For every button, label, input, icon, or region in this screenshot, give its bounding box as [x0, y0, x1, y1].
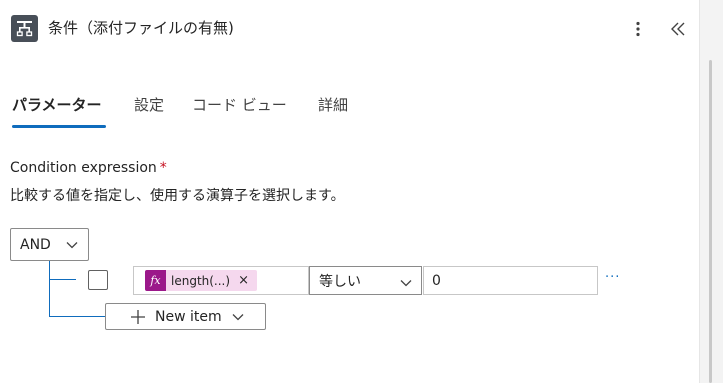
condition-expression-label: Condition expression * [10, 160, 167, 176]
tab-settings[interactable]: 設定 [134, 94, 164, 115]
tree-connector-vertical [49, 261, 50, 316]
row-more-options-button[interactable]: ··· [605, 270, 620, 285]
condition-icon [11, 15, 38, 42]
condition-expression-label-text: Condition expression [10, 160, 157, 176]
group-operator-value: AND [20, 236, 51, 253]
right-operand-input[interactable]: 0 [423, 266, 598, 295]
chevron-down-icon [400, 280, 412, 287]
double-chevron-left-icon [671, 22, 685, 36]
more-vertical-icon [636, 21, 640, 37]
new-item-button[interactable]: New item [105, 303, 266, 330]
new-item-label: New item [155, 308, 222, 325]
tree-connector-new-item [49, 316, 105, 317]
left-operand-field[interactable]: fx length(...) × [133, 266, 309, 295]
right-operand-value: 0 [432, 272, 441, 289]
tab-code-view[interactable]: コード ビュー [192, 94, 287, 115]
action-details-panel: 条件（添付ファイルの有無) パラメーター 設定 コード ビュー 詳細 Condi… [0, 0, 699, 383]
more-options-button[interactable] [628, 17, 648, 41]
operator-dropdown[interactable]: 等しい [309, 266, 422, 295]
expression-token-text: length(...) [171, 273, 231, 288]
group-operator-dropdown[interactable]: AND [10, 228, 89, 261]
tab-details[interactable]: 詳細 [318, 94, 348, 115]
active-tab-indicator [12, 125, 106, 128]
collapse-panel-button[interactable] [666, 17, 690, 41]
panel-title: 条件（添付ファイルの有無) [48, 19, 234, 37]
plus-icon [130, 309, 146, 325]
scrollbar-thumb[interactable] [709, 60, 712, 383]
chevron-down-icon [231, 310, 245, 324]
condition-description: 比較する値を指定し、使用する演算子を選択します。 [10, 188, 345, 204]
remove-token-icon[interactable]: × [238, 273, 249, 288]
operator-value: 等しい [319, 273, 361, 290]
required-marker: * [159, 160, 167, 176]
row-select-checkbox[interactable] [88, 270, 108, 290]
chevron-down-icon [66, 242, 78, 249]
expression-token[interactable]: fx length(...) × [145, 270, 257, 291]
tree-connector-row [49, 279, 76, 280]
tab-parameters[interactable]: パラメーター [12, 94, 102, 115]
fx-icon: fx [145, 270, 166, 291]
